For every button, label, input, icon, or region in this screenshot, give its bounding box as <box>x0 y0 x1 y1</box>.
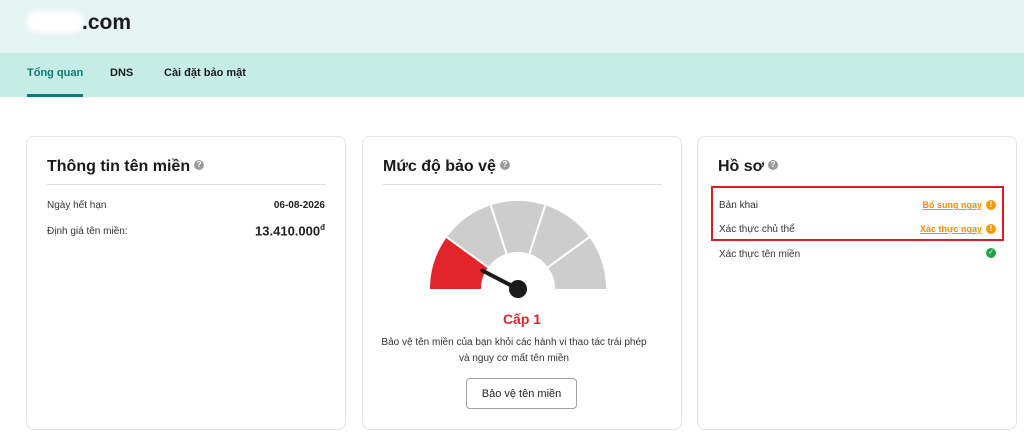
protection-title: Mức độ bảo vệ <box>383 158 496 175</box>
protect-domain-button[interactable]: Bảo vệ tên miền <box>466 378 577 409</box>
profile-title: Hồ sơ <box>718 158 765 175</box>
protection-level: Cấp 1 <box>502 311 542 327</box>
divider <box>47 184 326 185</box>
protection-description: Bảo vệ tên miền của bạn khỏi các hành vi… <box>381 337 647 364</box>
supplement-now-link[interactable]: Bổ sung ngay <box>922 200 982 210</box>
card-title: Mức độ bảo vệ? <box>383 158 510 176</box>
valuation-amount: 13.410.000 <box>255 223 321 239</box>
valuation-label: Định giá tên miền: <box>47 226 128 237</box>
domain-name-redacted <box>26 11 84 33</box>
tab-overview[interactable]: Tổng quan <box>27 53 84 97</box>
card-title: Hồ sơ? <box>718 158 779 176</box>
domain-info-title: Thông tin tên miền <box>47 158 191 175</box>
domain-title: .com <box>82 11 132 34</box>
domain-header: .com <box>0 0 1024 53</box>
warning-icon: ! <box>986 224 996 234</box>
check-icon: ✓ <box>986 248 996 258</box>
verify-now-link[interactable]: Xác thực ngay <box>920 224 982 234</box>
help-icon[interactable]: ? <box>768 159 779 170</box>
profile-item-label: Xác thực tên miền <box>719 249 801 260</box>
expiry-label: Ngày hết hạn <box>47 200 107 211</box>
domain-info-card: Thông tin tên miền? Ngày hết hạn 06-08-2… <box>26 136 346 430</box>
warning-icon: ! <box>986 200 996 210</box>
currency-symbol: đ <box>320 223 325 232</box>
valuation-value: 13.410.000đ <box>255 223 325 238</box>
profile-item-label: Xác thực chủ thể <box>719 224 795 235</box>
help-icon[interactable]: ? <box>499 159 510 170</box>
tab-security-settings[interactable]: Cài đặt bảo mật <box>164 53 246 97</box>
divider <box>383 184 662 185</box>
protection-card: Mức độ bảo vệ? Cấp 1 Bảo vệ tên miền của… <box>362 136 682 430</box>
expiry-value: 06-08-2026 <box>273 200 325 211</box>
profile-item-label: Bản khai <box>719 200 758 211</box>
profile-card: Hồ sơ? Bản khai Bổ sung ngay ! Xác thực … <box>697 136 1017 430</box>
help-icon[interactable]: ? <box>194 159 205 170</box>
protection-gauge <box>430 201 606 301</box>
gauge-needle-pivot <box>509 280 527 298</box>
tab-bar: Tổng quan DNS Cài đặt bảo mật <box>0 53 1024 97</box>
tab-dns[interactable]: DNS <box>110 53 133 97</box>
card-title: Thông tin tên miền? <box>47 158 205 176</box>
